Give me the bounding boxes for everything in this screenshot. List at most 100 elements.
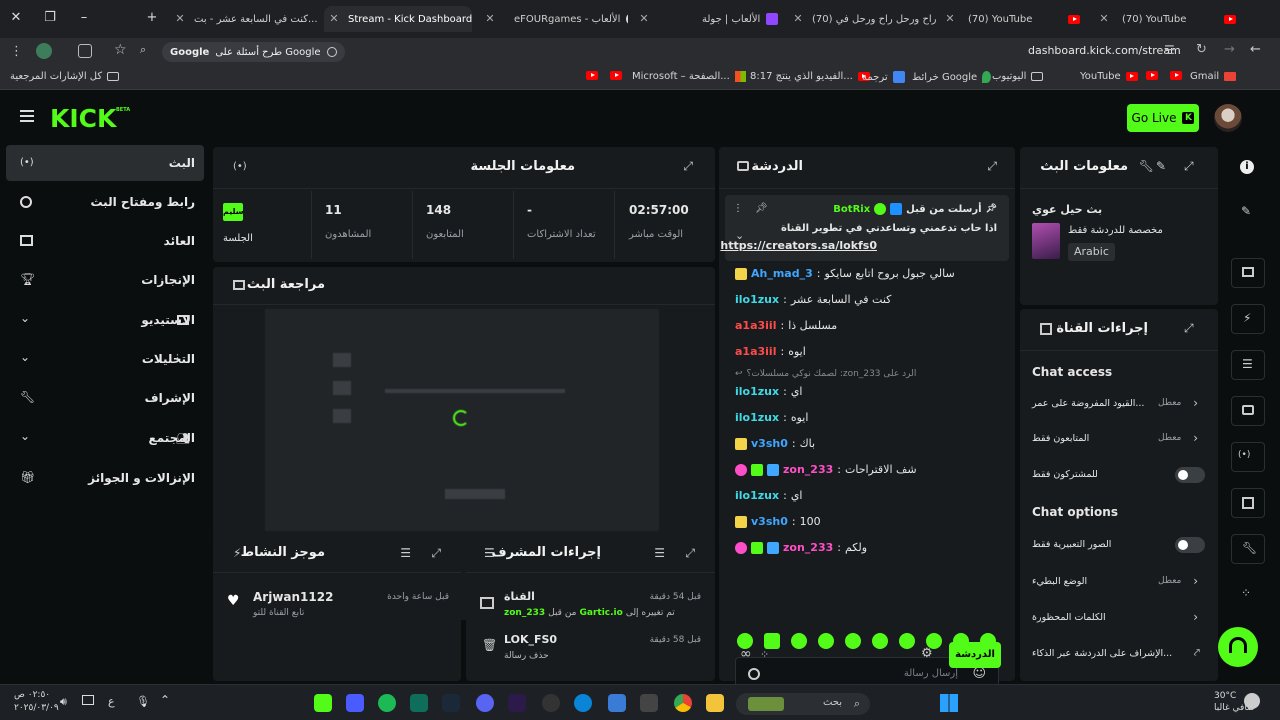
popout-icon[interactable]: ⤢ xyxy=(987,159,997,174)
rail-chat-button[interactable] xyxy=(1231,396,1265,426)
google-ask-pill[interactable]: Google طرح أسئلة على Google xyxy=(162,42,345,62)
chat-user[interactable]: ilo1zux xyxy=(735,293,779,306)
rail-wrench-button[interactable]: 🔧︎ xyxy=(1231,534,1265,564)
slow-mode-row[interactable]: › معطل الوضع البطيء xyxy=(1020,569,1218,595)
popout-icon[interactable]: ⤢ xyxy=(685,546,695,561)
bookmark[interactable]: 8:17 الفيديو الذي ينتج... xyxy=(750,71,870,82)
bookmark[interactable] xyxy=(1146,71,1158,80)
close-tab-icon[interactable]: ✕ xyxy=(174,13,186,25)
close-tab-icon[interactable]: ✕ xyxy=(328,13,340,25)
restore-window-icon[interactable]: ❐ xyxy=(42,10,58,26)
followers-only-row[interactable]: › معطل المتابعون فقط xyxy=(1020,426,1218,452)
app-icon[interactable] xyxy=(410,694,428,712)
chevron-down-icon[interactable]: ⌄ xyxy=(20,350,30,364)
taskbar-search[interactable]: بحث ⌕ xyxy=(736,693,870,715)
chat-user[interactable]: ilo1zux xyxy=(735,385,779,398)
steam-icon[interactable] xyxy=(442,694,460,712)
rail-activity-button[interactable]: ⚡︎ xyxy=(1231,304,1265,334)
shield-icon[interactable] xyxy=(748,668,760,680)
bookmark[interactable]: Microsoft – الصفحة... xyxy=(632,71,746,82)
chat-user[interactable]: v3sh0 xyxy=(751,437,788,450)
back-icon[interactable]: ← xyxy=(1250,42,1261,57)
chevron-up-icon[interactable]: ⌃ xyxy=(160,693,170,707)
popout-icon[interactable]: ⤢ xyxy=(683,159,693,174)
emote-icon[interactable] xyxy=(899,633,915,649)
sidebar-item-moderation[interactable]: الإشراف xyxy=(145,380,195,416)
stream-category[interactable]: مخصصة للدردشة فقط xyxy=(1068,225,1163,236)
zoom-icon[interactable]: ⌕ xyxy=(140,43,146,57)
app-icon[interactable] xyxy=(346,694,364,712)
age-restriction-row[interactable]: › معطل القيود المفروضة على عمر... xyxy=(1020,391,1218,417)
close-window-icon[interactable]: ✕ xyxy=(8,10,24,26)
app-icon[interactable] xyxy=(640,694,658,712)
pin-icon[interactable]: 📌︎ xyxy=(755,203,768,214)
apps-icon[interactable]: ⁘ xyxy=(1241,586,1251,600)
ai-moderation-row[interactable]: ⤤ الإشراف على الدردشة عبر الذكاء... xyxy=(1020,641,1218,667)
emote-icon[interactable] xyxy=(791,633,807,649)
banned-words-row[interactable]: › الكلمات المحظورة xyxy=(1020,605,1218,631)
settings-gear-icon[interactable]: ⚙ xyxy=(921,646,933,661)
chat-user[interactable]: v3sh0 xyxy=(751,515,788,528)
new-tab-icon[interactable]: + xyxy=(144,10,160,26)
popout-icon[interactable]: ⤢ xyxy=(431,546,441,561)
popout-icon[interactable]: ⤢ xyxy=(1184,321,1194,336)
app-icon[interactable] xyxy=(542,694,560,712)
chat-user[interactable]: Ah_mad_3 xyxy=(751,267,813,280)
clock[interactable]: ٠٢:٥٠ ص ٢٠٢٥/٠٣/٠٩ xyxy=(14,689,59,715)
emote-icon[interactable] xyxy=(845,633,861,649)
more-icon[interactable]: ⋮ xyxy=(733,203,743,214)
filter-icon[interactable]: ☰ xyxy=(654,546,665,560)
go-live-button[interactable]: Go Live K xyxy=(1127,104,1199,132)
language-indicator[interactable]: ع xyxy=(108,695,115,708)
send-chat-button[interactable]: الدردشة xyxy=(949,642,1001,668)
stream-preview-video[interactable] xyxy=(265,309,659,531)
bookmark[interactable] xyxy=(1170,71,1182,80)
close-tab-icon[interactable]: ✕ xyxy=(484,13,496,25)
info-icon[interactable]: i xyxy=(1240,160,1254,174)
popout-icon[interactable]: ⤢ xyxy=(1184,159,1194,174)
chat-user[interactable]: zon_233 xyxy=(783,463,833,476)
store-icon[interactable] xyxy=(608,694,626,712)
bookmark[interactable]: Gmail xyxy=(1190,71,1237,82)
kick-logo[interactable]: KICK xyxy=(50,104,116,133)
bookmark[interactable]: ترجمة xyxy=(862,71,905,83)
emoji-icon[interactable]: ☺ xyxy=(972,666,986,681)
rail-preview-button[interactable] xyxy=(1231,258,1265,288)
activity-user[interactable]: Arjwan1122 xyxy=(253,590,333,604)
chevron-down-icon[interactable]: ⌄ xyxy=(20,429,30,443)
chat-user[interactable]: ilo1zux xyxy=(735,489,779,502)
infinity-icon[interactable]: ∞ xyxy=(740,646,752,662)
emote-only-toggle[interactable] xyxy=(1175,537,1205,553)
chevron-down-icon[interactable]: ⌄ xyxy=(20,311,30,325)
display-icon[interactable] xyxy=(82,695,94,705)
spotify-icon[interactable] xyxy=(378,694,396,712)
dots-icon[interactable]: ⁘ xyxy=(760,648,769,661)
browser-tab[interactable]: ✕ (70) YouTube xyxy=(1094,6,1244,32)
browser-tab-active[interactable]: ✕ Stream - Kick Dashboard xyxy=(324,6,472,32)
close-tab-icon[interactable]: ✕ xyxy=(792,13,804,25)
chat-user[interactable]: a1a3iil xyxy=(735,345,776,358)
minimize-window-icon[interactable]: – xyxy=(76,10,92,26)
hamburger-menu-icon[interactable] xyxy=(20,110,34,122)
sidebar-item-stream[interactable]: البث xyxy=(169,145,195,181)
reload-icon[interactable]: ↻ xyxy=(1196,42,1207,57)
bookmark[interactable] xyxy=(610,71,622,80)
bookmark[interactable]: اليوتيوب xyxy=(992,71,1044,82)
filter-icon[interactable]: ☰ xyxy=(400,546,411,560)
emote-icon[interactable] xyxy=(764,633,780,649)
app-kick-icon[interactable] xyxy=(314,694,332,712)
emote-icon[interactable] xyxy=(872,633,888,649)
address-bar[interactable]: dashboard.kick.com/stream xyxy=(1028,44,1181,57)
puzzle-icon[interactable] xyxy=(78,44,92,58)
close-tab-icon[interactable]: ✕ xyxy=(638,13,650,25)
sidebar-item-stream-key[interactable]: رابط ومفتاح البث xyxy=(90,184,195,220)
rail-list-button[interactable]: ☰ xyxy=(1231,350,1265,380)
sidebar-item-drops[interactable]: الإنزالات و الجوائز xyxy=(88,460,195,496)
menu-dots-icon[interactable]: ⋮ xyxy=(10,44,23,59)
bookmark-all[interactable]: كل الإشارات المرجعية xyxy=(10,71,120,82)
browser-tab[interactable]: ✕ eFOURgames - الألعاب xyxy=(480,6,628,32)
close-tab-icon[interactable]: ✕ xyxy=(944,13,956,25)
chevron-down-icon[interactable]: ⌄ xyxy=(735,229,744,242)
edit-pencil-icon[interactable]: ✎ xyxy=(1156,159,1166,173)
subscribers-only-toggle[interactable] xyxy=(1175,467,1205,483)
